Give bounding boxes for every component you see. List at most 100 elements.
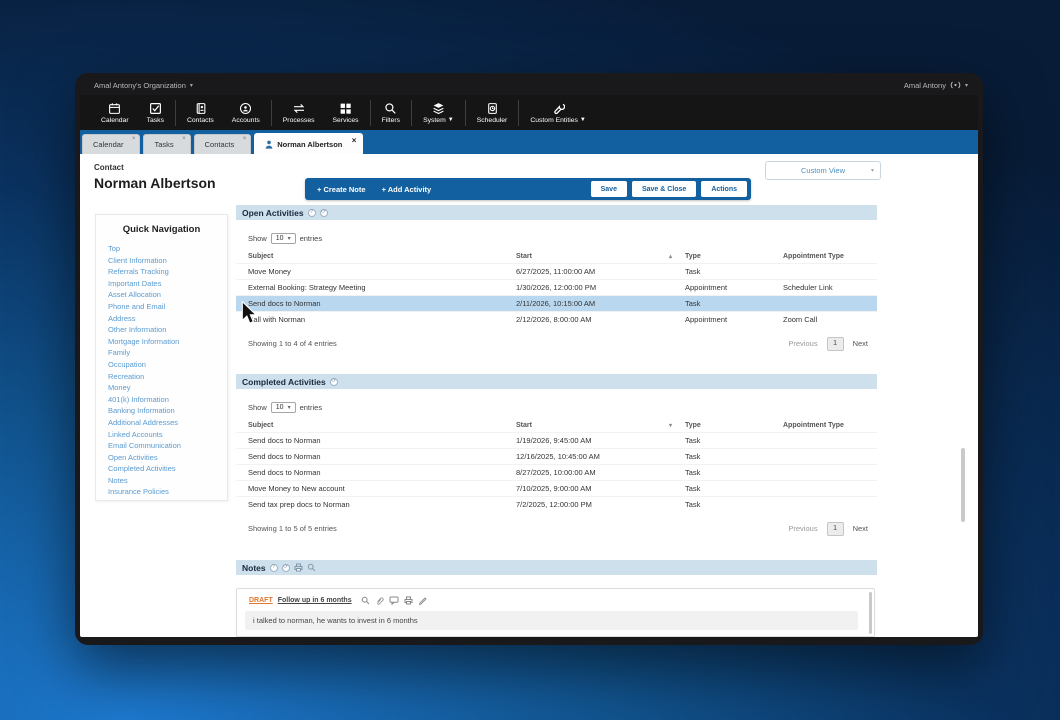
toolbar-tasks[interactable]: Tasks: [138, 102, 173, 124]
org-switcher[interactable]: Amal Antony's Organization ▾: [94, 81, 193, 90]
edit-pencil-icon[interactable]: [418, 596, 427, 605]
table-row[interactable]: Send docs to Norman 2/11/2026, 10:15:00 …: [236, 296, 877, 312]
page-content: Contact Norman Albertson + Create Note +…: [80, 154, 978, 637]
column-type[interactable]: ▴Type: [685, 250, 783, 264]
quick-nav-link[interactable]: Money: [108, 382, 227, 394]
column-start[interactable]: Start: [516, 250, 685, 264]
toolbar-filters[interactable]: Filters: [373, 102, 410, 124]
help-icon[interactable]: ?: [308, 209, 316, 217]
custom-view-dropdown[interactable]: Custom View ▾: [765, 161, 881, 180]
create-note-button[interactable]: + Create Note: [317, 185, 366, 194]
toolbar-calendar[interactable]: Calendar: [92, 102, 138, 124]
column-appointment-type[interactable]: Appointment Type: [783, 250, 877, 264]
note-title-link[interactable]: Follow up in 6 months: [278, 597, 352, 604]
toolbar-divider: [175, 100, 176, 126]
tab-calendar[interactable]: Calendar ×: [82, 134, 140, 154]
tab-contacts[interactable]: Contacts ×: [194, 134, 252, 154]
save-button[interactable]: Save: [591, 181, 627, 197]
refresh-icon[interactable]: ⟳: [320, 209, 328, 217]
refresh-icon[interactable]: ⟳: [282, 564, 290, 572]
table-row[interactable]: Send tax prep docs to Norman 7/2/2025, 1…: [236, 497, 877, 513]
add-activity-button[interactable]: + Add Activity: [382, 185, 432, 194]
close-icon[interactable]: ×: [243, 136, 247, 142]
column-appointment-type[interactable]: Appointment Type: [783, 419, 877, 433]
page-scrollbar[interactable]: [961, 448, 965, 522]
toolbar-contacts[interactable]: Contacts: [178, 102, 223, 124]
quick-nav-link[interactable]: Linked Accounts: [108, 429, 227, 441]
next-page-button[interactable]: Next: [853, 339, 868, 348]
quick-nav-link[interactable]: Insurance Policies: [108, 486, 227, 498]
quick-nav-link[interactable]: 401(k) Information: [108, 394, 227, 406]
page-size-select[interactable]: 10 ▾: [271, 233, 296, 244]
quick-nav-link[interactable]: Other Information: [108, 324, 227, 336]
quick-navigation-list: TopClient InformationReferrals TrackingI…: [96, 243, 227, 498]
section-title: Completed Activities: [242, 377, 326, 387]
column-subject[interactable]: Subject: [236, 250, 516, 264]
quick-nav-link[interactable]: Referrals Tracking: [108, 266, 227, 278]
quick-nav-link[interactable]: Top: [108, 243, 227, 255]
tab-label: Contacts: [205, 140, 235, 149]
user-name: Amal Antony: [904, 81, 946, 90]
quick-nav-link[interactable]: Occupation: [108, 359, 227, 371]
show-entries-control: Show 10 ▾ entries: [248, 233, 877, 244]
print-icon[interactable]: [404, 596, 413, 605]
toolbar-accounts[interactable]: Accounts: [223, 102, 269, 124]
toolbar-system[interactable]: System ▼: [414, 102, 463, 124]
notes-scrollbar[interactable]: [869, 592, 872, 634]
quick-nav-link[interactable]: Mortgage Information: [108, 336, 227, 348]
quick-nav-link[interactable]: Important Dates: [108, 278, 227, 290]
quick-nav-link[interactable]: Email Communication: [108, 440, 227, 452]
toolbar-services[interactable]: Services: [324, 102, 368, 124]
user-menu[interactable]: Amal Antony ▾: [904, 81, 968, 90]
chevron-down-icon: ▾: [288, 404, 291, 411]
table-row[interactable]: Send docs to Norman 12/16/2025, 10:45:00…: [236, 449, 877, 465]
previous-page-button[interactable]: Previous: [788, 524, 817, 533]
quick-nav-link[interactable]: Address: [108, 313, 227, 325]
comment-icon[interactable]: [389, 596, 399, 605]
current-page-button[interactable]: 1: [827, 337, 844, 351]
quick-nav-link[interactable]: Phone and Email: [108, 301, 227, 313]
toolbar-scheduler[interactable]: Scheduler: [468, 102, 517, 124]
paperclip-icon[interactable]: [375, 596, 384, 605]
toolbar-divider: [518, 100, 519, 126]
search-icon[interactable]: [307, 563, 316, 572]
column-start[interactable]: Start: [516, 419, 685, 433]
quick-nav-link[interactable]: Recreation: [108, 371, 227, 383]
quick-nav-link[interactable]: Completed Activities: [108, 463, 227, 475]
next-page-button[interactable]: Next: [853, 524, 868, 533]
actions-button[interactable]: Actions: [701, 181, 747, 197]
toolbar-processes[interactable]: Processes: [274, 102, 324, 124]
tab-norman-albertson[interactable]: Norman Albertson ×: [254, 133, 363, 154]
quick-nav-link[interactable]: Client Information: [108, 255, 227, 267]
quick-nav-link[interactable]: Notes: [108, 475, 227, 487]
table-row[interactable]: Call with Norman 2/12/2026, 8:00:00 AM A…: [236, 312, 877, 328]
quick-nav-link[interactable]: Asset Allocation: [108, 289, 227, 301]
previous-page-button[interactable]: Previous: [788, 339, 817, 348]
close-icon[interactable]: ×: [182, 136, 186, 142]
print-icon[interactable]: [294, 563, 303, 572]
close-icon[interactable]: ×: [352, 136, 357, 145]
current-page-button[interactable]: 1: [827, 522, 844, 536]
table-row[interactable]: Move Money 6/27/2025, 11:00:00 AM Task: [236, 264, 877, 280]
column-type[interactable]: ▾Type: [685, 419, 783, 433]
column-subject[interactable]: Subject: [236, 419, 516, 433]
table-row[interactable]: External Booking: Strategy Meeting 1/30/…: [236, 280, 877, 296]
org-name: Amal Antony's Organization: [94, 81, 186, 90]
save-close-button[interactable]: Save & Close: [632, 181, 696, 197]
toolbar-custom-entities[interactable]: Custom Entities ▼: [521, 102, 595, 124]
services-icon: [339, 102, 352, 115]
quick-nav-link[interactable]: Additional Addresses: [108, 417, 227, 429]
table-row[interactable]: Send docs to Norman 1/19/2026, 9:45:00 A…: [236, 433, 877, 449]
refresh-icon[interactable]: ⟳: [330, 378, 338, 386]
close-icon[interactable]: ×: [132, 136, 136, 142]
quick-nav-link[interactable]: Open Activities: [108, 452, 227, 464]
tab-tasks[interactable]: Tasks ×: [143, 134, 190, 154]
quick-nav-link[interactable]: Family: [108, 347, 227, 359]
toolbar-divider: [465, 100, 466, 126]
table-row[interactable]: Move Money to New account 7/10/2025, 9:0…: [236, 481, 877, 497]
table-row[interactable]: Send docs to Norman 8/27/2025, 10:00:00 …: [236, 465, 877, 481]
page-size-select[interactable]: 10 ▾: [271, 402, 296, 413]
search-icon[interactable]: [361, 596, 370, 605]
quick-nav-link[interactable]: Banking Information: [108, 405, 227, 417]
help-icon[interactable]: ?: [270, 564, 278, 572]
